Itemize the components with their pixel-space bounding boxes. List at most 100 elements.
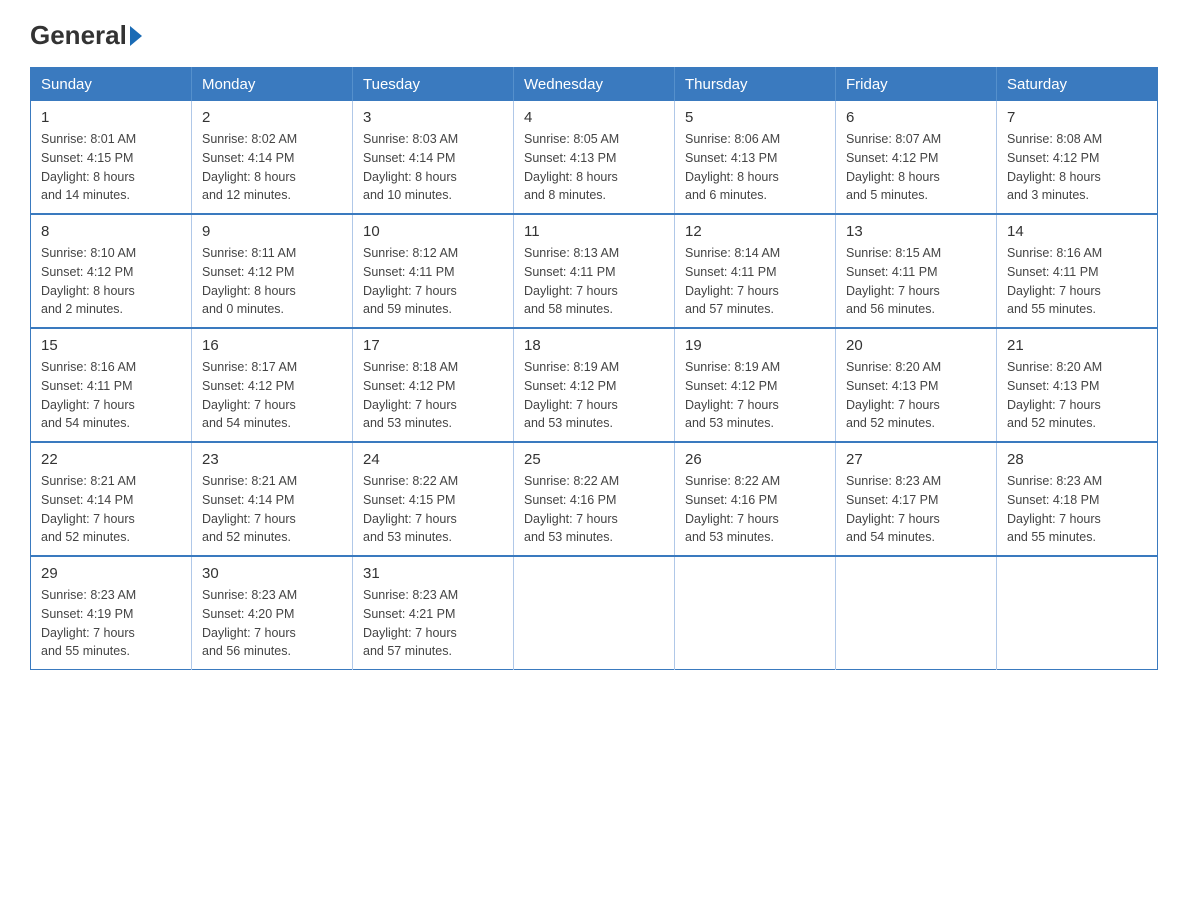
day-info: Sunrise: 8:21 AMSunset: 4:14 PMDaylight:… — [202, 472, 342, 547]
day-number: 11 — [524, 223, 664, 240]
logo-arrow-icon — [130, 26, 142, 46]
calendar-cell: 15 Sunrise: 8:16 AMSunset: 4:11 PMDaylig… — [31, 328, 192, 442]
calendar-cell: 29 Sunrise: 8:23 AMSunset: 4:19 PMDaylig… — [31, 556, 192, 670]
day-info: Sunrise: 8:23 AMSunset: 4:17 PMDaylight:… — [846, 472, 986, 547]
day-info: Sunrise: 8:19 AMSunset: 4:12 PMDaylight:… — [685, 358, 825, 433]
day-number: 12 — [685, 223, 825, 240]
calendar-cell: 7 Sunrise: 8:08 AMSunset: 4:12 PMDayligh… — [997, 101, 1158, 214]
calendar-cell: 3 Sunrise: 8:03 AMSunset: 4:14 PMDayligh… — [353, 101, 514, 214]
calendar-cell: 16 Sunrise: 8:17 AMSunset: 4:12 PMDaylig… — [192, 328, 353, 442]
weekday-header-monday: Monday — [192, 68, 353, 102]
day-info: Sunrise: 8:20 AMSunset: 4:13 PMDaylight:… — [1007, 358, 1147, 433]
weekday-header-friday: Friday — [836, 68, 997, 102]
calendar-cell: 23 Sunrise: 8:21 AMSunset: 4:14 PMDaylig… — [192, 442, 353, 556]
day-number: 5 — [685, 109, 825, 126]
day-number: 23 — [202, 451, 342, 468]
day-number: 25 — [524, 451, 664, 468]
calendar-cell — [836, 556, 997, 670]
day-info: Sunrise: 8:02 AMSunset: 4:14 PMDaylight:… — [202, 130, 342, 205]
day-number: 31 — [363, 565, 503, 582]
calendar-cell: 5 Sunrise: 8:06 AMSunset: 4:13 PMDayligh… — [675, 101, 836, 214]
calendar-cell: 17 Sunrise: 8:18 AMSunset: 4:12 PMDaylig… — [353, 328, 514, 442]
day-info: Sunrise: 8:20 AMSunset: 4:13 PMDaylight:… — [846, 358, 986, 433]
logo-general: General — [30, 20, 127, 51]
calendar-cell: 1 Sunrise: 8:01 AMSunset: 4:15 PMDayligh… — [31, 101, 192, 214]
week-row-3: 15 Sunrise: 8:16 AMSunset: 4:11 PMDaylig… — [31, 328, 1158, 442]
day-info: Sunrise: 8:18 AMSunset: 4:12 PMDaylight:… — [363, 358, 503, 433]
day-number: 16 — [202, 337, 342, 354]
calendar-cell: 27 Sunrise: 8:23 AMSunset: 4:17 PMDaylig… — [836, 442, 997, 556]
day-number: 8 — [41, 223, 181, 240]
calendar-cell: 26 Sunrise: 8:22 AMSunset: 4:16 PMDaylig… — [675, 442, 836, 556]
calendar-cell: 22 Sunrise: 8:21 AMSunset: 4:14 PMDaylig… — [31, 442, 192, 556]
day-number: 20 — [846, 337, 986, 354]
day-number: 27 — [846, 451, 986, 468]
day-number: 15 — [41, 337, 181, 354]
day-number: 29 — [41, 565, 181, 582]
day-info: Sunrise: 8:22 AMSunset: 4:16 PMDaylight:… — [524, 472, 664, 547]
calendar-cell: 21 Sunrise: 8:20 AMSunset: 4:13 PMDaylig… — [997, 328, 1158, 442]
day-number: 22 — [41, 451, 181, 468]
calendar-cell — [997, 556, 1158, 670]
weekday-header-sunday: Sunday — [31, 68, 192, 102]
day-number: 10 — [363, 223, 503, 240]
day-info: Sunrise: 8:16 AMSunset: 4:11 PMDaylight:… — [41, 358, 181, 433]
day-info: Sunrise: 8:07 AMSunset: 4:12 PMDaylight:… — [846, 130, 986, 205]
calendar-cell: 10 Sunrise: 8:12 AMSunset: 4:11 PMDaylig… — [353, 214, 514, 328]
weekday-header-tuesday: Tuesday — [353, 68, 514, 102]
day-number: 1 — [41, 109, 181, 126]
day-info: Sunrise: 8:12 AMSunset: 4:11 PMDaylight:… — [363, 244, 503, 319]
day-info: Sunrise: 8:22 AMSunset: 4:16 PMDaylight:… — [685, 472, 825, 547]
day-info: Sunrise: 8:14 AMSunset: 4:11 PMDaylight:… — [685, 244, 825, 319]
calendar-cell — [514, 556, 675, 670]
day-info: Sunrise: 8:23 AMSunset: 4:20 PMDaylight:… — [202, 586, 342, 661]
calendar-cell: 18 Sunrise: 8:19 AMSunset: 4:12 PMDaylig… — [514, 328, 675, 442]
calendar-cell: 19 Sunrise: 8:19 AMSunset: 4:12 PMDaylig… — [675, 328, 836, 442]
day-number: 9 — [202, 223, 342, 240]
day-info: Sunrise: 8:21 AMSunset: 4:14 PMDaylight:… — [41, 472, 181, 547]
calendar-cell: 2 Sunrise: 8:02 AMSunset: 4:14 PMDayligh… — [192, 101, 353, 214]
day-number: 19 — [685, 337, 825, 354]
day-info: Sunrise: 8:17 AMSunset: 4:12 PMDaylight:… — [202, 358, 342, 433]
day-info: Sunrise: 8:16 AMSunset: 4:11 PMDaylight:… — [1007, 244, 1147, 319]
day-number: 2 — [202, 109, 342, 126]
calendar-cell: 14 Sunrise: 8:16 AMSunset: 4:11 PMDaylig… — [997, 214, 1158, 328]
day-number: 4 — [524, 109, 664, 126]
page-header: General — [30, 20, 1158, 47]
day-info: Sunrise: 8:13 AMSunset: 4:11 PMDaylight:… — [524, 244, 664, 319]
weekday-header-wednesday: Wednesday — [514, 68, 675, 102]
day-info: Sunrise: 8:19 AMSunset: 4:12 PMDaylight:… — [524, 358, 664, 433]
calendar-cell: 13 Sunrise: 8:15 AMSunset: 4:11 PMDaylig… — [836, 214, 997, 328]
day-number: 30 — [202, 565, 342, 582]
day-number: 28 — [1007, 451, 1147, 468]
day-info: Sunrise: 8:08 AMSunset: 4:12 PMDaylight:… — [1007, 130, 1147, 205]
calendar-cell: 4 Sunrise: 8:05 AMSunset: 4:13 PMDayligh… — [514, 101, 675, 214]
calendar-cell: 25 Sunrise: 8:22 AMSunset: 4:16 PMDaylig… — [514, 442, 675, 556]
day-info: Sunrise: 8:11 AMSunset: 4:12 PMDaylight:… — [202, 244, 342, 319]
day-info: Sunrise: 8:10 AMSunset: 4:12 PMDaylight:… — [41, 244, 181, 319]
week-row-5: 29 Sunrise: 8:23 AMSunset: 4:19 PMDaylig… — [31, 556, 1158, 670]
day-number: 26 — [685, 451, 825, 468]
calendar-cell: 6 Sunrise: 8:07 AMSunset: 4:12 PMDayligh… — [836, 101, 997, 214]
calendar-cell — [675, 556, 836, 670]
calendar-cell: 20 Sunrise: 8:20 AMSunset: 4:13 PMDaylig… — [836, 328, 997, 442]
day-info: Sunrise: 8:05 AMSunset: 4:13 PMDaylight:… — [524, 130, 664, 205]
day-info: Sunrise: 8:23 AMSunset: 4:19 PMDaylight:… — [41, 586, 181, 661]
calendar-cell: 12 Sunrise: 8:14 AMSunset: 4:11 PMDaylig… — [675, 214, 836, 328]
day-info: Sunrise: 8:23 AMSunset: 4:21 PMDaylight:… — [363, 586, 503, 661]
day-info: Sunrise: 8:06 AMSunset: 4:13 PMDaylight:… — [685, 130, 825, 205]
day-info: Sunrise: 8:01 AMSunset: 4:15 PMDaylight:… — [41, 130, 181, 205]
day-number: 6 — [846, 109, 986, 126]
day-number: 18 — [524, 337, 664, 354]
day-info: Sunrise: 8:15 AMSunset: 4:11 PMDaylight:… — [846, 244, 986, 319]
day-number: 14 — [1007, 223, 1147, 240]
weekday-header-saturday: Saturday — [997, 68, 1158, 102]
day-number: 21 — [1007, 337, 1147, 354]
calendar-cell: 31 Sunrise: 8:23 AMSunset: 4:21 PMDaylig… — [353, 556, 514, 670]
logo-text: General — [30, 20, 145, 51]
day-number: 7 — [1007, 109, 1147, 126]
calendar-cell: 28 Sunrise: 8:23 AMSunset: 4:18 PMDaylig… — [997, 442, 1158, 556]
calendar-cell: 24 Sunrise: 8:22 AMSunset: 4:15 PMDaylig… — [353, 442, 514, 556]
calendar-cell: 30 Sunrise: 8:23 AMSunset: 4:20 PMDaylig… — [192, 556, 353, 670]
calendar-table: SundayMondayTuesdayWednesdayThursdayFrid… — [30, 67, 1158, 670]
